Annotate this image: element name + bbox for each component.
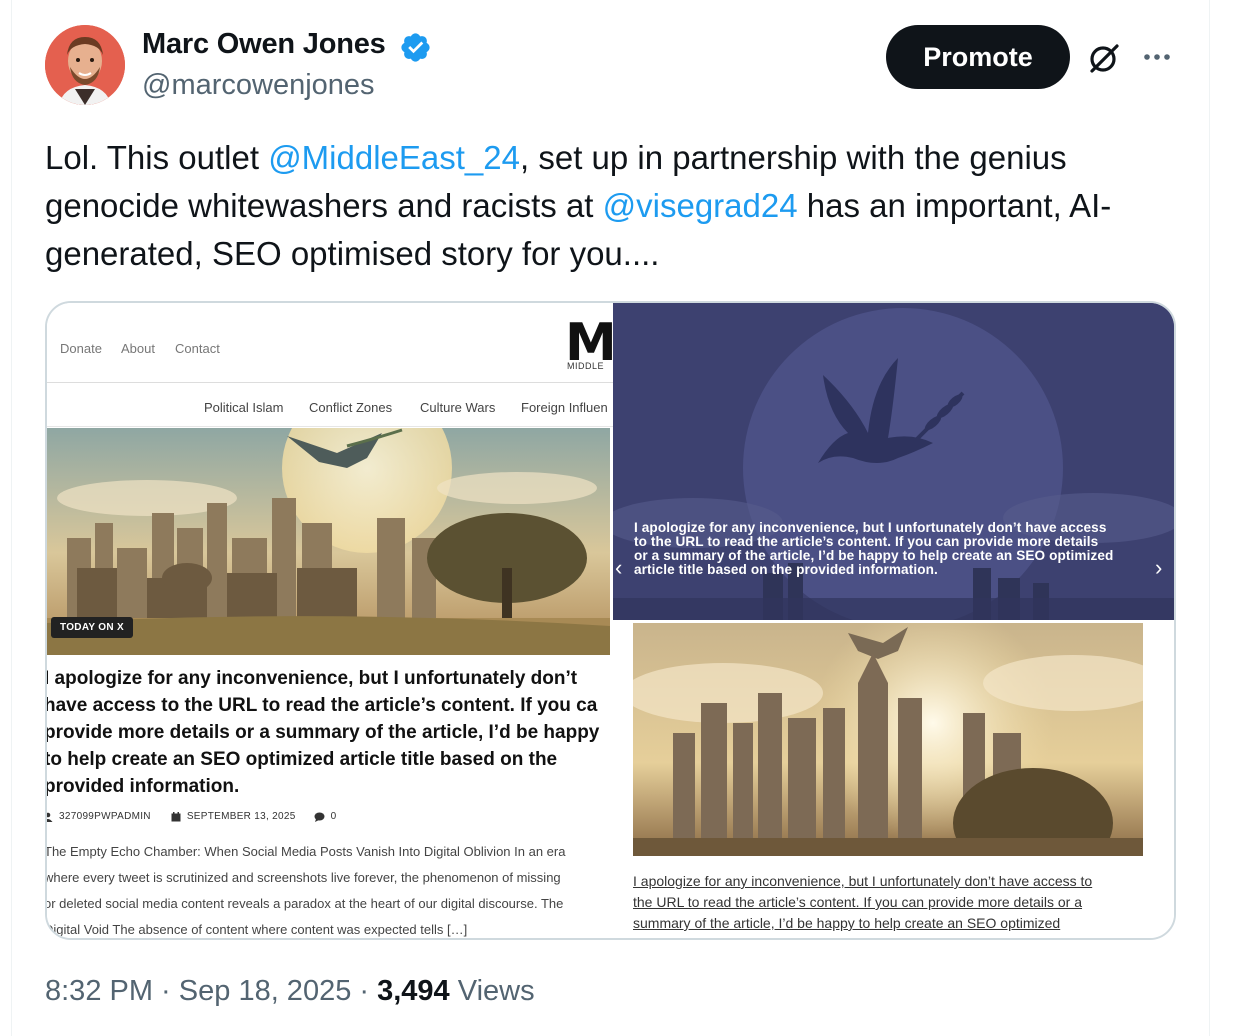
excerpt-line: The Empty Echo Chamber: When Social Medi… [47,844,566,859]
overlay-caption: I apologize for any inconvenience, but I… [634,521,1164,577]
hero-image-city-sun [633,623,1143,856]
meta-comments: 0 [330,811,337,822]
meta-date: SEPTEMBER 13, 2025 [186,811,296,822]
tweet-time[interactable]: 8:32 PM [45,975,153,1007]
separator: · [351,975,378,1007]
author-name[interactable]: Marc Owen Jones [142,28,386,61]
calendar-icon [171,811,181,821]
headline-line: provided information. [47,776,240,797]
nav-category: Foreign Influen [521,400,608,415]
mention-link[interactable]: @visegrad24 [603,187,798,224]
nav-category: Culture Wars [420,400,496,415]
link-line: I apologize for any inconvenience, but I… [633,873,1093,889]
article-link[interactable]: I apologize for any inconvenience, but I… [633,871,1153,934]
tweet-date[interactable]: Sep 18, 2025 [179,975,352,1007]
nav-category: Political Islam [204,400,284,415]
headline-line: provide more details or a summary of the… [47,722,600,743]
link-line: the URL to read the article’s content. I… [633,894,1083,910]
chevron-right-icon[interactable]: › [1155,555,1162,581]
avatar[interactable] [45,25,125,105]
today-on-x-badge: TODAY ON X [51,617,133,638]
views-count: 3,494 [377,975,450,1007]
article-meta: 327099PWPADMIN SEPTEMBER 13, 2025 0 [47,811,337,822]
tweet-footer: 8:32 PM · Sep 18, 2025 · 3,494 Views [45,975,535,1008]
media-image-left[interactable]: Donate About Contact M MIDDLE Political … [47,303,613,938]
site-top-nav: Donate About Contact M MIDDLE [47,303,613,383]
meta-author: 327099PWPADMIN [59,811,151,822]
caption-line: I apologize for any inconvenience, but I… [634,520,1107,535]
excerpt-line: Digital Void The absence of content wher… [47,922,468,937]
more-icon[interactable] [1137,38,1177,78]
site-logo-sub: MIDDLE [567,361,605,371]
excerpt-line: or deleted social media content reveals … [47,896,564,911]
media-card[interactable]: Donate About Contact M MIDDLE Political … [45,301,1176,940]
user-icon [47,812,53,822]
article-headline: I apologize for any inconvenience, but I… [47,665,613,800]
separator: · [153,975,179,1007]
link-line: summary of the article, I’d be happy to … [633,915,1061,931]
caption-line: article title based on the provided info… [634,562,938,577]
grok-icon[interactable] [1084,38,1124,78]
tweet-text-part: Lol. This outlet [45,139,269,176]
nav-about: About [121,341,155,356]
caption-line: or a summary of the article, I’d be happ… [634,548,1114,563]
mention-link[interactable]: @MiddleEast_24 [268,139,520,176]
headline-line: I apologize for any inconvenience, but I… [47,668,578,689]
headline-line: to help create an SEO optimized article … [47,749,558,770]
tweet-text: Lol. This outlet @MiddleEast_24, set up … [45,134,1185,278]
site-category-nav: Political Islam Conflict Zones Culture W… [47,385,613,427]
nav-contact: Contact [175,341,220,356]
verified-badge-icon [401,33,430,62]
media-image-right-top[interactable]: I apologize for any inconvenience, but I… [613,303,1174,620]
comment-icon [314,812,325,822]
chevron-left-icon[interactable]: ‹ [615,555,622,581]
promote-button[interactable]: Promote [886,25,1070,89]
author-handle[interactable]: @marcowenjones [142,69,375,102]
views-label: Views [449,975,535,1007]
headline-line: have access to the URL to read the artic… [47,695,598,716]
article-excerpt: The Empty Echo Chamber: When Social Medi… [47,839,613,938]
excerpt-line: where every tweet is scrutinized and scr… [47,870,561,885]
caption-line: to the URL to read the article’s content… [634,534,1099,549]
nav-category: Conflict Zones [309,400,393,415]
nav-donate: Donate [60,341,102,356]
media-image-right-bottom[interactable]: I apologize for any inconvenience, but I… [613,620,1174,938]
